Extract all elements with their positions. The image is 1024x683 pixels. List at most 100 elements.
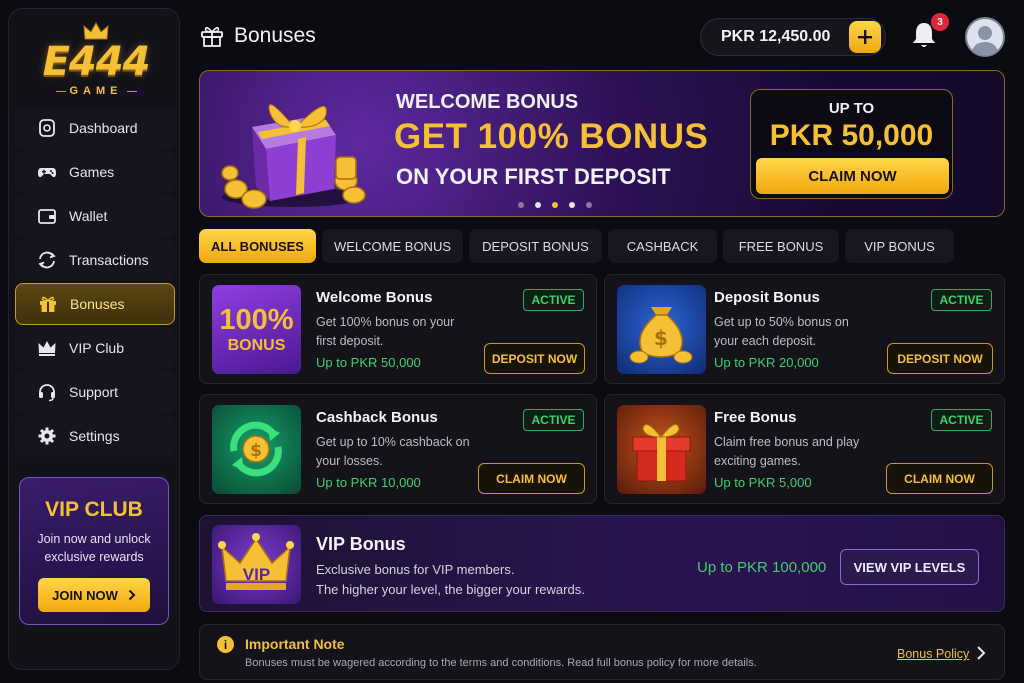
vip-description-line: The higher your level, the bigger your r… xyxy=(316,582,585,597)
tab-vip-bonus[interactable]: VIP BONUS xyxy=(845,229,954,263)
card-title: Cashback Bonus xyxy=(316,409,438,426)
claim-now-button[interactable]: CLAIM NOW xyxy=(886,463,993,494)
gamepad-icon xyxy=(38,168,56,178)
card-amount: Up to PKR 50,000 xyxy=(316,355,421,370)
svg-text:$: $ xyxy=(250,441,262,461)
card-amount: Up to PKR 20,000 xyxy=(714,355,819,370)
hero-kicker: WELCOME BONUS xyxy=(396,91,579,113)
page-title-text: Bonuses xyxy=(234,24,316,47)
sidebar-item-label: Settings xyxy=(69,428,120,444)
add-funds-button[interactable] xyxy=(849,21,881,53)
join-now-label: JOIN NOW xyxy=(52,587,118,603)
tab-deposit-bonus[interactable]: DEPOSIT BONUS xyxy=(469,229,602,263)
carousel-dot[interactable] xyxy=(586,202,592,208)
info-icon: i xyxy=(217,636,234,653)
brand-logo-text: E444 xyxy=(42,39,151,85)
thumb-label: BONUS xyxy=(227,337,286,354)
join-now-button[interactable]: JOIN NOW xyxy=(38,578,150,612)
sidebar-item-label: Games xyxy=(69,164,115,180)
view-vip-levels-button[interactable]: VIEW VIP LEVELS xyxy=(840,549,979,585)
card-description: Exclusive bonus for VIP members. The hig… xyxy=(316,560,585,600)
card-title: Welcome Bonus xyxy=(316,289,433,306)
carousel-dot[interactable] xyxy=(535,202,541,208)
chevron-right-icon xyxy=(128,589,136,601)
deposit-now-button[interactable]: DEPOSIT NOW xyxy=(887,343,993,374)
sidebar-item-support[interactable]: Support xyxy=(15,371,175,413)
svg-text:$: $ xyxy=(654,326,668,350)
page-title: Bonuses xyxy=(200,24,316,48)
promo-amount: PKR 50,000 xyxy=(769,119,934,152)
cashback-coin-icon: $ xyxy=(230,421,282,477)
hero-banner: WELCOME BONUS GET 100% BONUS ON YOUR FIR… xyxy=(199,70,1005,217)
claim-now-button[interactable]: CLAIM NOW xyxy=(756,158,949,194)
bonus-card-welcome: 100% BONUS Welcome Bonus Get 100% bonus … xyxy=(199,274,597,384)
wallet-icon xyxy=(38,209,56,224)
dashboard-icon xyxy=(39,119,55,137)
card-description: Get up to 10% cashback on your losses. xyxy=(316,435,470,468)
transactions-icon xyxy=(38,251,56,269)
brand-logo[interactable]: E444 GAME xyxy=(31,21,161,101)
important-note: i Important Note Bonuses must be wagered… xyxy=(199,624,1005,680)
vip-club-description: Join now and unlock exclusive rewards xyxy=(37,532,151,564)
notifications-button[interactable]: 3 xyxy=(910,13,949,50)
card-description: Claim free bonus and play exciting games… xyxy=(714,435,860,468)
vip-club-title: VIP CLUB xyxy=(45,498,143,521)
wallet-balance[interactable]: PKR 12,450.00 xyxy=(700,18,886,56)
promo-box: UP TO PKR 50,000 CLAIM NOW xyxy=(750,89,953,199)
tab-cashback[interactable]: CASHBACK xyxy=(608,229,717,263)
hero-subline: ON YOUR FIRST DEPOSIT xyxy=(396,164,671,189)
vip-thumb-text: VIP xyxy=(242,565,271,584)
card-amount: Up to PKR 100,000 xyxy=(697,559,827,576)
sidebar-item-label: Support xyxy=(69,384,119,400)
note-title: Important Note xyxy=(245,636,345,652)
sidebar-item-label: Bonuses xyxy=(70,296,125,312)
sidebar-nav: Dashboard Games Wallet Transactions Bonu… xyxy=(15,107,175,459)
sidebar-item-transactions[interactable]: Transactions xyxy=(15,239,175,281)
gear-icon xyxy=(38,427,56,445)
deposit-bonus-thumbnail: $ xyxy=(617,285,706,374)
sidebar-item-label: Dashboard xyxy=(69,120,138,136)
gift-icon xyxy=(40,296,56,312)
notification-count-badge: 3 xyxy=(931,13,949,31)
vip-bonus-thumbnail: VIP xyxy=(212,525,301,604)
tab-all-bonuses[interactable]: ALL BONUSES xyxy=(199,229,316,263)
sidebar-item-games[interactable]: Games xyxy=(15,151,175,193)
chevron-right-icon[interactable] xyxy=(975,645,987,661)
status-badge: ACTIVE xyxy=(523,289,584,311)
bonus-policy-link[interactable]: Bonus Policy xyxy=(897,647,969,661)
money-bag-icon: $ xyxy=(629,307,693,364)
bonus-tabs: ALL BONUSES WELCOME BONUS DEPOSIT BONUS … xyxy=(199,229,954,263)
sidebar: E444 GAME Dashboard Games Wallet Transac… xyxy=(8,8,180,670)
carousel-dot[interactable] xyxy=(569,202,575,208)
note-description: Bonuses must be wagered according to the… xyxy=(245,657,757,669)
card-amount: Up to PKR 10,000 xyxy=(316,475,421,490)
carousel-dot-active[interactable] xyxy=(552,202,558,208)
wallet-balance-value: PKR 12,450.00 xyxy=(721,28,831,45)
deposit-now-button[interactable]: DEPOSIT NOW xyxy=(484,343,585,374)
welcome-bonus-thumbnail: 100% BONUS xyxy=(212,285,301,374)
gift-box-illustration xyxy=(221,104,366,209)
sidebar-item-bonuses[interactable]: Bonuses xyxy=(15,283,175,325)
sidebar-item-dashboard[interactable]: Dashboard xyxy=(15,107,175,149)
bonus-card-cashback: $ Cashback Bonus Get up to 10% cashback … xyxy=(199,394,597,504)
card-description: Get up to 50% bonus on your each deposit… xyxy=(714,315,849,348)
tab-free-bonus[interactable]: FREE BONUS xyxy=(723,229,839,263)
sidebar-item-wallet[interactable]: Wallet xyxy=(15,195,175,237)
crown-icon xyxy=(38,341,56,356)
card-title: Free Bonus xyxy=(714,409,797,426)
user-icon xyxy=(971,26,999,55)
claim-now-button[interactable]: CLAIM NOW xyxy=(478,463,585,494)
bonus-card-deposit: $ Deposit Bonus Get up to 50% bonus on y… xyxy=(604,274,1005,384)
tab-welcome-bonus[interactable]: WELCOME BONUS xyxy=(322,229,463,263)
crown-icon xyxy=(83,21,109,40)
sidebar-item-vip-club[interactable]: VIP Club xyxy=(15,327,175,369)
sidebar-item-label: Wallet xyxy=(69,208,108,224)
avatar[interactable] xyxy=(965,17,1005,57)
brand-logo-subtext: GAME xyxy=(51,85,141,97)
card-amount: Up to PKR 5,000 xyxy=(714,475,812,490)
status-badge: ACTIVE xyxy=(523,409,584,431)
sidebar-item-settings[interactable]: Settings xyxy=(15,415,175,457)
free-bonus-thumbnail xyxy=(617,405,706,494)
promo-up-to: UP TO xyxy=(828,100,875,117)
carousel-dot[interactable] xyxy=(518,202,524,208)
